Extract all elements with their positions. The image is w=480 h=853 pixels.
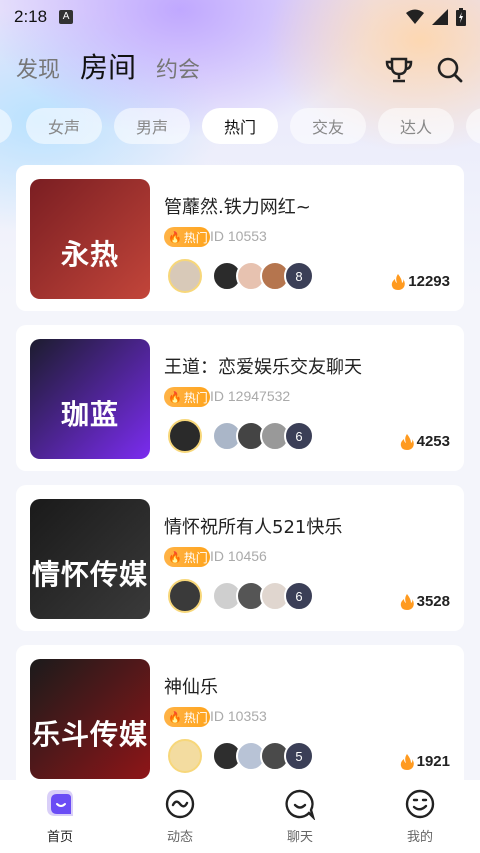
status-icons (406, 8, 466, 26)
chip-male-voice[interactable]: 男声 (114, 108, 190, 144)
room-id: ID 10553 (210, 228, 267, 244)
room-heat: 1921 (400, 753, 450, 770)
room-cover: 乐斗传媒 (30, 659, 150, 779)
audience-count: 8 (284, 261, 314, 291)
chip-female-voice[interactable]: 女声 (26, 108, 102, 144)
flame-icon: 🔥 (168, 550, 182, 564)
tab-dating[interactable]: 约会 (156, 52, 200, 96)
battery-icon (456, 8, 466, 26)
room-title: 神仙乐 (164, 677, 218, 698)
room-cover: 永热 (30, 179, 150, 299)
hot-badge-label: 热门 (183, 550, 208, 565)
room-cover-text: 永热 (60, 238, 119, 271)
trophy-icon[interactable] (384, 56, 414, 84)
chip-friends[interactable]: 交友 (290, 108, 366, 144)
hot-badge: 🔥 热门 (164, 227, 210, 247)
room-cover: 珈蓝 (30, 339, 150, 459)
room-heat: 3528 (400, 593, 450, 610)
hot-badge: 🔥 热门 (164, 547, 210, 567)
host-avatar[interactable] (168, 259, 202, 293)
wave-icon (165, 789, 195, 819)
home-icon (47, 790, 73, 816)
hot-badge: 🔥 热门 (164, 387, 210, 407)
tab-chat[interactable]: 聊天 (240, 780, 360, 853)
heat-flame-icon (392, 273, 406, 290)
room-cover-text: 情怀传媒 (31, 558, 148, 591)
hot-badge: 🔥 热门 (164, 707, 210, 727)
chip-hot[interactable]: 热门 (202, 108, 278, 144)
tab-rooms[interactable]: 房间 (80, 46, 136, 96)
tab-feed-label: 动态 (166, 830, 193, 845)
wifi-icon (406, 9, 424, 24)
tab-feed[interactable]: 动态 (120, 780, 240, 853)
tab-discover[interactable]: 发现 (16, 52, 60, 96)
heat-flame-icon (400, 433, 414, 450)
room-id: ID 10353 (210, 708, 267, 724)
room-card[interactable]: 永热 管蘼然.铁力网红~ 🔥 热门 ID 10553 8 12293 (16, 165, 464, 311)
chip-partial-left[interactable] (0, 108, 12, 144)
chat-icon (285, 789, 316, 820)
bottom-tab-bar: 首页 动态 聊天 我的 (0, 780, 480, 853)
profile-icon (405, 789, 435, 819)
flame-icon: 🔥 (168, 230, 182, 244)
room-cover-text: 乐斗传媒 (31, 718, 148, 751)
host-avatar[interactable] (168, 739, 202, 773)
search-icon[interactable] (436, 56, 464, 84)
chip-partial-right[interactable] (466, 108, 480, 144)
room-cover-text: 珈蓝 (60, 398, 119, 431)
room-heat: 4253 (400, 433, 450, 450)
flame-icon: 🔥 (168, 710, 182, 724)
heat-value: 4253 (416, 433, 450, 450)
audience-count: 5 (284, 741, 314, 771)
tab-profile[interactable]: 我的 (360, 780, 480, 853)
tab-chat-label: 聊天 (286, 830, 313, 845)
tab-home-label: 首页 (46, 830, 73, 845)
hot-badge-label: 热门 (183, 710, 208, 725)
notification-icon: A (59, 10, 74, 24)
room-heat: 12293 (391, 273, 450, 290)
hot-badge-label: 热门 (183, 230, 208, 245)
room-title: 情怀祝所有人521快乐 (164, 517, 343, 538)
status-bar: 2:18 A (0, 0, 480, 34)
room-card[interactable]: 珈蓝 王道：恋爱娱乐交友聊天 🔥 热门 ID 12947532 6 4253 (16, 325, 464, 471)
status-time: 2:18 (14, 7, 48, 26)
flame-icon: 🔥 (168, 390, 182, 404)
heat-value: 1921 (416, 753, 450, 770)
room-id: ID 12947532 (210, 388, 291, 404)
heat-value: 3528 (416, 593, 450, 610)
category-chips: 女声 男声 热门 交友 达人 (0, 108, 480, 148)
host-avatar[interactable] (168, 419, 202, 453)
room-cover: 情怀传媒 (30, 499, 150, 619)
heat-flame-icon (400, 593, 414, 610)
top-navigation: 发现 房间 约会 (0, 40, 480, 96)
signal-icon (432, 9, 448, 25)
room-title: 王道：恋爱娱乐交友聊天 (164, 357, 362, 378)
heat-value: 12293 (408, 273, 450, 290)
hot-badge-label: 热门 (183, 390, 208, 405)
room-card[interactable]: 情怀传媒 情怀祝所有人521快乐 🔥 热门 ID 10456 6 3528 (16, 485, 464, 631)
tab-profile-label: 我的 (406, 830, 433, 845)
audience-count: 6 (284, 421, 314, 451)
audience-count: 6 (284, 581, 314, 611)
tab-home[interactable]: 首页 (0, 780, 120, 853)
room-id: ID 10456 (210, 548, 267, 564)
host-avatar[interactable] (168, 579, 202, 613)
chip-talent[interactable]: 达人 (378, 108, 454, 144)
heat-flame-icon (400, 753, 414, 770)
room-card[interactable]: 乐斗传媒 神仙乐 🔥 热门 ID 10353 5 1921 (16, 645, 464, 791)
room-title: 管蘼然.铁力网红~ (164, 197, 311, 218)
